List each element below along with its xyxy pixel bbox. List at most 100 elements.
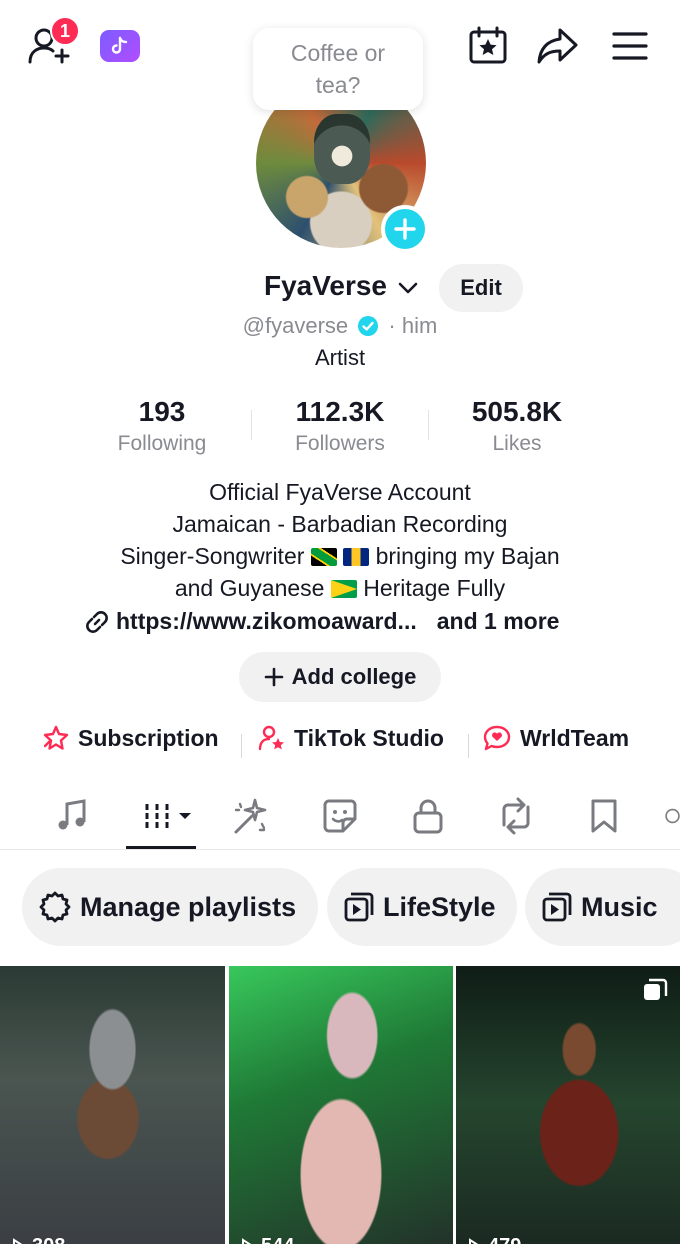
followers-count: 112.3K xyxy=(295,396,385,427)
bio-line: Singer-Songwriter bringing my Bajan xyxy=(0,540,680,572)
play-icon xyxy=(242,1237,252,1244)
notification-badge: 1 xyxy=(50,16,80,46)
videos-grid-icon xyxy=(145,804,191,828)
followers-label: Followers xyxy=(295,432,385,455)
stat-likes[interactable]: 505.8K Likes xyxy=(452,396,582,456)
barbados-flag-icon xyxy=(343,548,370,566)
share-profile-button[interactable] xyxy=(536,26,580,66)
play-icon xyxy=(13,1237,23,1244)
status-note-bubble[interactable]: Coffee or tea? xyxy=(253,28,423,110)
multi-image-icon xyxy=(644,978,668,1000)
creator-star-icon xyxy=(258,725,284,751)
manage-playlists-label: Manage playlists xyxy=(80,891,297,922)
playlist-label: Music xyxy=(581,891,658,922)
playlist-icon xyxy=(542,892,572,922)
likes-label: Likes xyxy=(492,432,542,455)
display-name[interactable]: FyaVerse xyxy=(264,270,419,302)
bio-text: Heritage Fully xyxy=(363,575,506,601)
manage-playlists-chip[interactable]: Manage playlists xyxy=(22,868,318,946)
more-links-button[interactable]: and 1 more xyxy=(437,608,560,635)
following-count: 193 xyxy=(138,396,186,427)
view-count-text: 479 xyxy=(488,1235,521,1244)
wrldteam-link[interactable]: WrldTeam xyxy=(482,724,629,752)
stat-divider xyxy=(428,410,429,440)
video-thumbnail[interactable]: 544 xyxy=(229,966,453,1244)
video-thumbnail[interactable]: 308 xyxy=(0,966,225,1244)
view-count: 544 xyxy=(239,1235,294,1244)
tab-favorites[interactable] xyxy=(582,794,626,838)
bio-line: and Guyanese Heritage Fully xyxy=(0,572,680,604)
tab-private[interactable] xyxy=(406,794,450,838)
handle-row: @fyaverse · him xyxy=(0,312,680,339)
pronoun-separator: · xyxy=(388,313,396,339)
music-note-icon xyxy=(58,799,86,830)
username: @fyaverse xyxy=(242,313,349,339)
bio-link[interactable]: https://www.zikomoaward... and 1 more xyxy=(84,608,559,635)
lock-icon xyxy=(413,799,443,834)
edit-profile-button[interactable]: Edit xyxy=(439,264,523,312)
tab-effects[interactable] xyxy=(228,794,272,838)
plus-icon xyxy=(394,218,416,240)
video-grid: 308 544 479 xyxy=(0,966,680,1244)
tab-stickers[interactable] xyxy=(318,794,362,838)
tab-reposts[interactable] xyxy=(494,794,538,838)
sticker-icon xyxy=(323,799,357,833)
avatar-art xyxy=(314,114,370,184)
profile-shortcuts: Subscription TikTok Studio WrldTeam xyxy=(0,724,680,760)
jamaica-flag-icon xyxy=(310,548,337,566)
add-college-label: Add college xyxy=(291,664,417,689)
hamburger-menu-icon xyxy=(612,32,648,60)
gear-icon xyxy=(39,891,71,923)
playlist-chips: Manage playlists LifeStyle Music xyxy=(0,868,680,946)
subscription-star-icon xyxy=(43,725,69,750)
link-icon xyxy=(86,610,108,633)
chevron-down-icon xyxy=(398,282,418,293)
playlist-label: LifeStyle xyxy=(383,891,496,922)
playlist-chip-music[interactable]: Music xyxy=(525,868,680,946)
repost-icon xyxy=(502,797,530,835)
tiktok-studio-label: TikTok Studio xyxy=(294,724,444,751)
share-arrow-icon xyxy=(537,28,578,64)
view-count: 479 xyxy=(466,1235,521,1244)
menu-button[interactable] xyxy=(612,30,648,62)
view-count-text: 544 xyxy=(261,1235,294,1244)
add-college-button[interactable]: Add college xyxy=(239,652,441,702)
calendar-star-icon xyxy=(469,26,507,64)
status-note-text: Coffee or tea? xyxy=(290,40,386,98)
add-story-button[interactable] xyxy=(381,205,429,253)
play-icon xyxy=(469,1237,479,1244)
shortcut-divider xyxy=(241,734,242,758)
tab-music[interactable] xyxy=(50,794,94,838)
subscription-label: Subscription xyxy=(78,724,219,751)
chat-heart-icon xyxy=(483,725,511,751)
bio-text: Singer-Songwriter xyxy=(120,543,305,569)
playlist-icon xyxy=(344,892,374,922)
calendar-button[interactable] xyxy=(468,26,508,66)
plus-icon xyxy=(264,667,283,687)
likes-count: 505.8K xyxy=(471,396,563,427)
tiktok-studio-link[interactable]: TikTok Studio xyxy=(258,724,444,752)
tab-videos[interactable] xyxy=(136,794,196,838)
stat-followers[interactable]: 112.3K Followers xyxy=(275,396,405,456)
video-thumbnail[interactable]: 479 xyxy=(456,966,680,1244)
wrldteam-label: WrldTeam xyxy=(520,724,630,751)
bio: Official FyaVerse Account Jamaican - Bar… xyxy=(0,476,680,604)
bookmark-icon xyxy=(591,799,617,833)
subscription-link[interactable]: Subscription xyxy=(42,724,219,752)
guyana-flag-icon xyxy=(330,580,357,598)
bio-line: Official FyaVerse Account xyxy=(209,479,471,505)
stat-following[interactable]: 193 Following xyxy=(102,396,222,456)
bio-text: bringing my Bajan xyxy=(375,543,560,569)
playlist-chip-lifestyle[interactable]: LifeStyle xyxy=(327,868,517,946)
heart-icon xyxy=(665,808,680,824)
view-count-text: 308 xyxy=(32,1235,65,1244)
shortcut-divider xyxy=(468,734,469,758)
tiktok-app-button[interactable] xyxy=(100,30,140,62)
stat-divider xyxy=(251,410,252,440)
content-tabs xyxy=(0,786,680,850)
display-name-text: FyaVerse xyxy=(264,270,387,301)
profile-category: Artist xyxy=(314,345,366,370)
sparkle-wand-icon xyxy=(234,798,267,834)
bio-line: Jamaican - Barbadian Recording xyxy=(172,511,508,537)
tab-liked-partial[interactable] xyxy=(664,794,680,838)
